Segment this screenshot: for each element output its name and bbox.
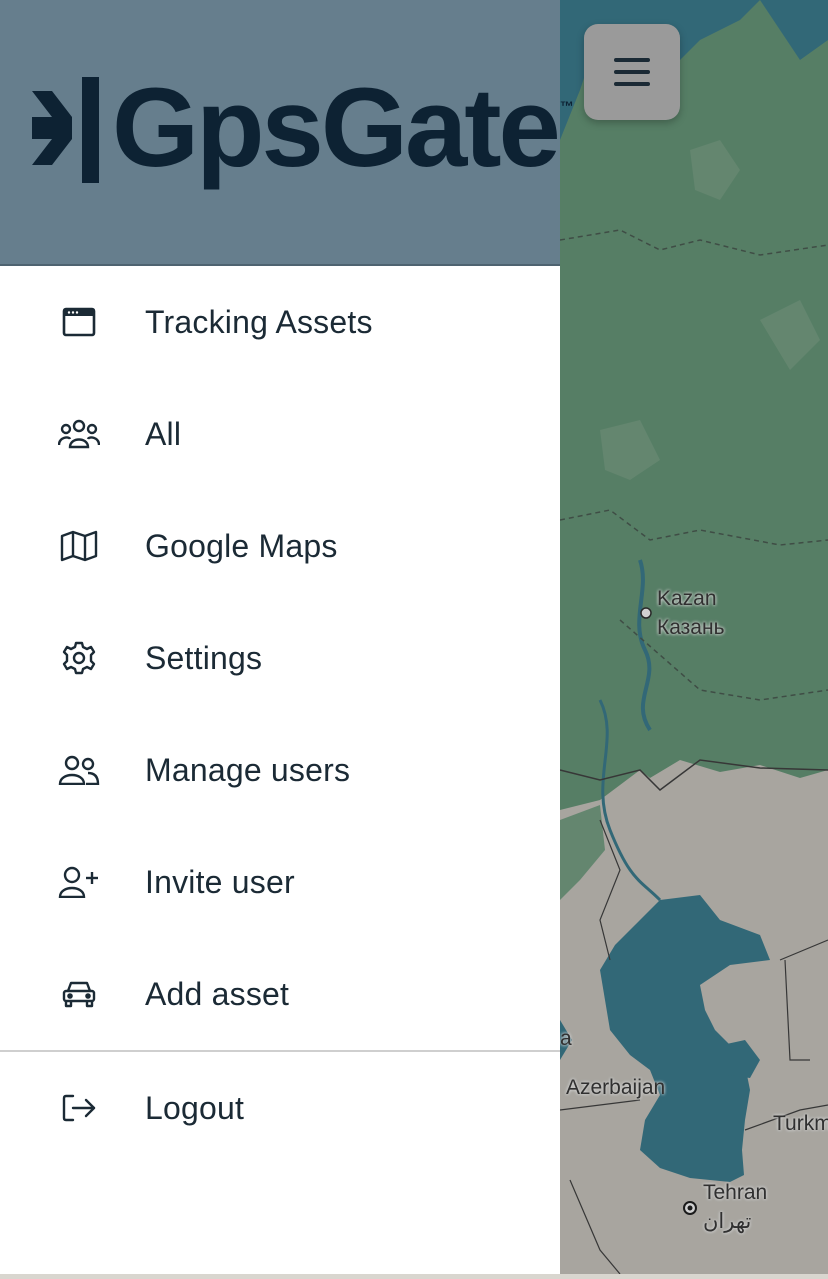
logo-text: GpsGate	[112, 65, 561, 190]
menu-item-manage-users[interactable]: Manage users	[0, 714, 560, 826]
menu-item-label: Tracking Assets	[145, 303, 373, 340]
map-label-tehran-fa: تهران	[703, 1210, 752, 1233]
logo-mark-icon	[32, 77, 99, 183]
menu-item-label: Google Maps	[145, 527, 338, 564]
menu-item-invite-user[interactable]: Invite user	[0, 826, 560, 938]
menu-item-label: Logout	[145, 1089, 245, 1126]
map-label-turkmenistan: Turkm	[773, 1112, 828, 1135]
menu-item-all[interactable]: All	[0, 378, 560, 490]
menu-item-tracking-assets[interactable]: Tracking Assets	[0, 266, 560, 378]
navigation-drawer: GpsGate ™ Tracking Assets All Google Map…	[0, 0, 574, 1274]
map-label-kazan-ru: Казань	[657, 616, 725, 639]
menu-item-logout[interactable]: Logout	[0, 1052, 560, 1164]
logo-trademark: ™	[559, 98, 574, 114]
hamburger-icon	[614, 58, 650, 86]
users-icon	[58, 749, 100, 791]
map-label-kazan: Kazan	[657, 587, 717, 610]
menu-item-google-maps[interactable]: Google Maps	[0, 490, 560, 602]
map-icon	[58, 525, 100, 567]
menu-item-label: Add asset	[145, 975, 290, 1012]
gear-icon	[58, 637, 100, 679]
menu-item-label: Settings	[145, 639, 263, 676]
menu-item-add-asset[interactable]: Add asset	[0, 938, 560, 1050]
users-group-icon	[58, 413, 100, 455]
hamburger-menu-button[interactable]	[584, 24, 680, 120]
user-plus-icon	[58, 861, 100, 903]
map-label-tehran: Tehran	[703, 1181, 768, 1204]
drawer-header: GpsGate ™	[0, 0, 574, 266]
kazan-marker	[640, 607, 652, 619]
menu-item-label: All	[145, 415, 182, 452]
car-icon	[58, 973, 100, 1015]
logout-icon	[58, 1087, 100, 1129]
menu-item-label: Invite user	[145, 863, 295, 900]
map-label-azerbaijan: Azerbaijan	[566, 1076, 666, 1099]
menu-item-settings[interactable]: Settings	[0, 602, 560, 714]
gpsgate-logo: GpsGate ™	[30, 72, 574, 184]
map-label-azerbaijan-fragment: a	[560, 1027, 572, 1050]
menu-item-label: Manage users	[145, 751, 351, 788]
browser-window-icon	[58, 301, 100, 343]
